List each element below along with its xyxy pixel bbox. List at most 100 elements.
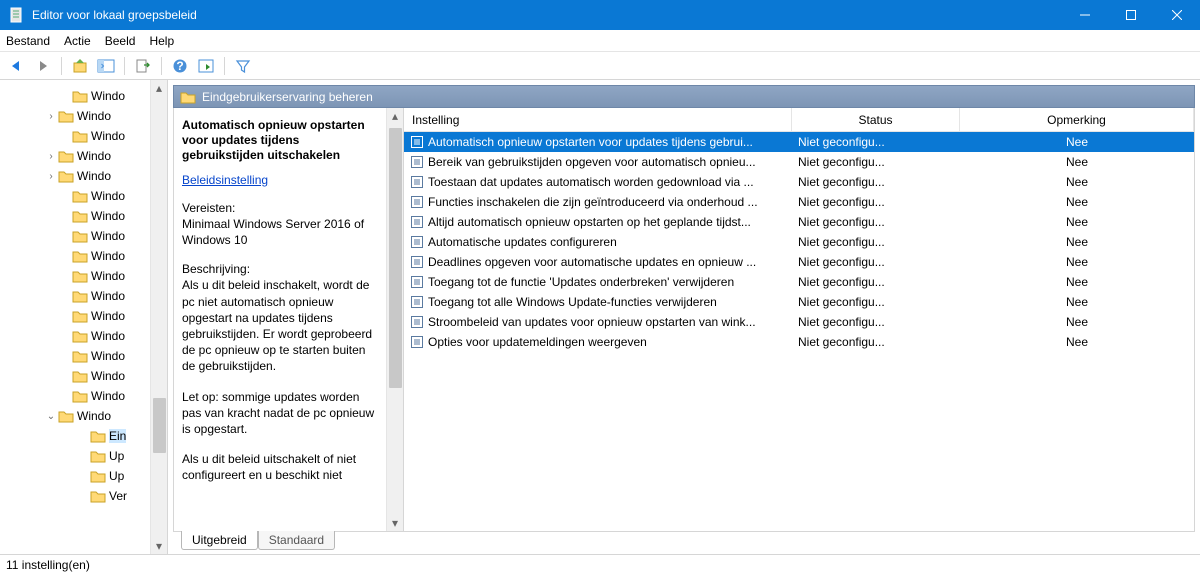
tree-item[interactable]: ›Windo (0, 166, 167, 186)
tree-item[interactable]: ⌄Windo (0, 406, 167, 426)
tree-expander-icon[interactable]: ⌄ (44, 411, 58, 422)
list-row[interactable]: Altijd automatisch opnieuw opstarten op … (404, 212, 1194, 232)
svg-text:?: ? (176, 59, 183, 73)
tree-item-label: Up (109, 469, 124, 483)
properties-button[interactable] (195, 55, 217, 77)
help-button[interactable]: ? (169, 55, 191, 77)
export-button[interactable] (132, 55, 154, 77)
tree-item[interactable]: Windo (0, 386, 167, 406)
scroll-down-icon[interactable]: ▾ (151, 538, 167, 554)
scroll-up-icon[interactable]: ▴ (387, 108, 403, 124)
tree-scrollbar[interactable]: ▴ ▾ (150, 80, 167, 554)
status-cell: Niet geconfigu... (792, 275, 960, 289)
tree-item[interactable]: Windo (0, 286, 167, 306)
menubar: Bestand Actie Beeld Help (0, 30, 1200, 52)
list-row[interactable]: Stroombeleid van updates voor opnieuw op… (404, 312, 1194, 332)
tree-expander-icon[interactable]: › (44, 171, 58, 182)
tree-item-label: Ver (109, 489, 127, 503)
tree-item[interactable]: Windo (0, 206, 167, 226)
status-cell: Niet geconfigu... (792, 195, 960, 209)
tree-pane: Windo›WindoWindo›Windo›WindoWindoWindoWi… (0, 80, 168, 554)
column-header-comment[interactable]: Opmerking (960, 108, 1194, 131)
folder-icon (72, 269, 88, 283)
tree-item-label: Windo (91, 349, 125, 363)
tree-item-label: Windo (91, 229, 125, 243)
menu-bestand[interactable]: Bestand (6, 34, 50, 48)
split-body: Automatisch opnieuw opstarten voor updat… (173, 108, 1195, 532)
maximize-button[interactable] (1108, 0, 1154, 30)
content-area: Windo›WindoWindo›Windo›WindoWindoWindoWi… (0, 80, 1200, 554)
list-row[interactable]: Functies inschakelen die zijn geïntroduc… (404, 192, 1194, 212)
comment-cell: Nee (960, 175, 1194, 189)
tree-item[interactable]: Up (0, 466, 167, 486)
list-row[interactable]: Deadlines opgeven voor automatische upda… (404, 252, 1194, 272)
tree-item[interactable]: Windo (0, 266, 167, 286)
tree-item[interactable]: Windo (0, 126, 167, 146)
tree-item[interactable]: › Windo (0, 106, 167, 126)
toolbar-separator (124, 57, 125, 75)
tree-item[interactable]: ›Windo (0, 146, 167, 166)
scroll-thumb[interactable] (389, 128, 402, 388)
titlebar: Editor voor lokaal groepsbeleid (0, 0, 1200, 30)
column-header-status[interactable]: Status (792, 108, 960, 131)
setting-cell: Opties voor updatemeldingen weergeven (428, 335, 647, 349)
tree-item[interactable]: Windo (0, 226, 167, 246)
show-hide-tree-button[interactable] (95, 55, 117, 77)
folder-icon (72, 389, 88, 403)
policy-settings-link[interactable]: Beleidsinstelling (182, 173, 268, 187)
forward-button[interactable] (32, 55, 54, 77)
tab-uitgebreid[interactable]: Uitgebreid (181, 531, 258, 550)
menu-help[interactable]: Help (149, 34, 174, 48)
list-row[interactable]: Bereik van gebruikstijden opgeven voor a… (404, 152, 1194, 172)
tree-item[interactable]: Windo (0, 246, 167, 266)
tree-item[interactable]: Windo (0, 326, 167, 346)
tree-expander-icon[interactable]: › (44, 111, 58, 122)
folder-icon (58, 409, 74, 423)
folder-icon (58, 169, 74, 183)
list-row[interactable]: Opties voor updatemeldingen weergevenNie… (404, 332, 1194, 352)
menu-actie[interactable]: Actie (64, 34, 91, 48)
tree-item[interactable]: Up (0, 446, 167, 466)
back-button[interactable] (6, 55, 28, 77)
column-header-setting[interactable]: Instelling (404, 108, 792, 131)
list-row[interactable]: Automatische updates configurerenNiet ge… (404, 232, 1194, 252)
list-row[interactable]: Automatisch opnieuw opstarten voor updat… (404, 132, 1194, 152)
tree-item[interactable]: Windo (0, 346, 167, 366)
scroll-up-icon[interactable]: ▴ (151, 80, 167, 96)
comment-cell: Nee (960, 295, 1194, 309)
folder-icon (58, 109, 74, 123)
policy-icon (410, 175, 424, 189)
tree-item[interactable]: Windo (0, 366, 167, 386)
tree-item[interactable]: Ver (0, 486, 167, 506)
tree-item-label: Windo (91, 209, 125, 223)
close-button[interactable] (1154, 0, 1200, 30)
tree-item[interactable]: Ein (0, 426, 167, 446)
filter-button[interactable] (232, 55, 254, 77)
status-cell: Niet geconfigu... (792, 235, 960, 249)
tree-item-label: Up (109, 449, 124, 463)
status-cell: Niet geconfigu... (792, 175, 960, 189)
scroll-thumb[interactable] (153, 398, 166, 453)
policy-name: Automatisch opnieuw opstarten voor updat… (182, 118, 375, 163)
list-row[interactable]: Toegang tot de functie 'Updates onderbre… (404, 272, 1194, 292)
folder-icon (90, 429, 106, 443)
tree-expander-icon[interactable]: › (44, 151, 58, 162)
setting-cell: Toestaan dat updates automatisch worden … (428, 175, 754, 189)
tree-item[interactable]: Windo (0, 86, 167, 106)
menu-beeld[interactable]: Beeld (105, 34, 136, 48)
scroll-down-icon[interactable]: ▾ (387, 515, 403, 531)
tree-item[interactable]: Windo (0, 306, 167, 326)
up-button[interactable] (69, 55, 91, 77)
list-row[interactable]: Toegang tot alle Windows Update-functies… (404, 292, 1194, 312)
tree-item[interactable]: Windo (0, 186, 167, 206)
folder-icon (72, 129, 88, 143)
detail-pane: Automatisch opnieuw opstarten voor updat… (174, 108, 404, 531)
tree-item-label: Windo (77, 109, 111, 123)
detail-scrollbar[interactable]: ▴ ▾ (386, 108, 403, 531)
requirements-text: Minimaal Windows Server 2016 of Windows … (182, 216, 375, 248)
minimize-button[interactable] (1062, 0, 1108, 30)
policy-icon (410, 335, 424, 349)
list-row[interactable]: Toestaan dat updates automatisch worden … (404, 172, 1194, 192)
tab-standaard[interactable]: Standaard (258, 531, 335, 550)
setting-cell: Toegang tot alle Windows Update-functies… (428, 295, 717, 309)
